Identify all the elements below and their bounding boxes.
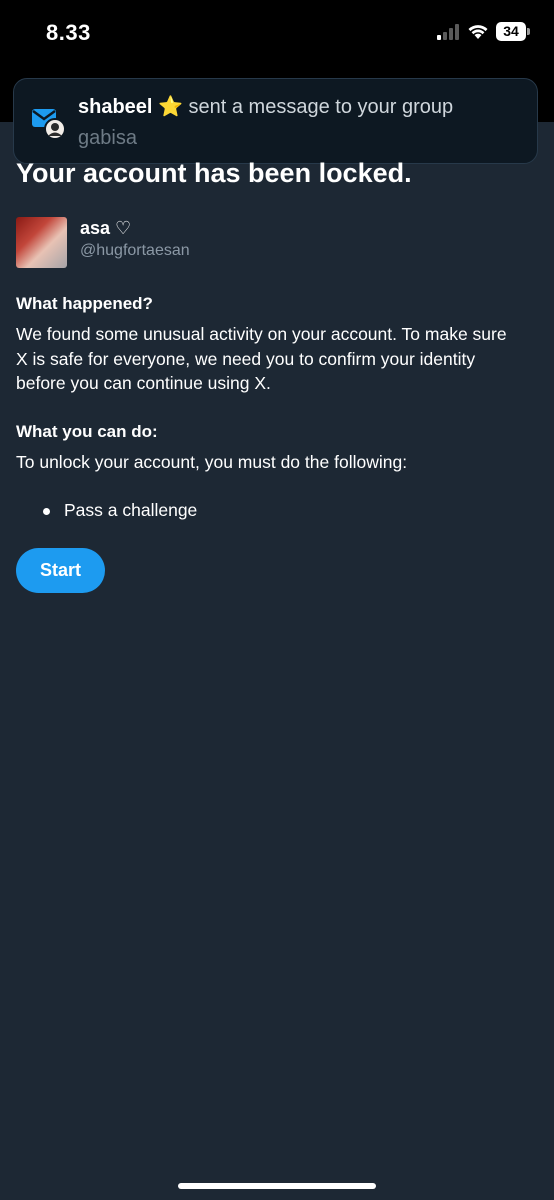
notification-sender: shabeel	[78, 96, 153, 118]
what-you-can-do-text: To unlock your account, you must do the …	[16, 452, 408, 472]
notification-message: sent a message to your group	[188, 96, 454, 118]
page-title: Your account has been locked.	[16, 158, 412, 188]
status-time: 8.33	[46, 20, 91, 45]
notification-text: shabeel ⭐ sent a message to your group	[78, 94, 453, 119]
messenger-app-icon	[32, 109, 66, 140]
avatar	[16, 217, 67, 268]
bullet-icon	[43, 508, 50, 515]
what-you-can-do-heading: What you can do:	[16, 422, 158, 441]
user-handle: @hugfortaesan	[80, 242, 190, 259]
notification-group-name: gabisa	[78, 127, 137, 149]
message-notification-banner[interactable]: shabeel ⭐ sent a message to your group g…	[13, 78, 538, 164]
star-emoji: ⭐	[158, 96, 183, 118]
what-happened-heading: What happened?	[16, 294, 153, 313]
start-button[interactable]: Start	[16, 548, 105, 593]
what-happened-text: We found some unusual activity on your a…	[16, 324, 507, 393]
battery-tip	[527, 28, 530, 35]
home-indicator[interactable]	[178, 1183, 376, 1189]
user-display-name: asa ♡	[80, 218, 132, 238]
battery-icon: 34	[496, 22, 526, 41]
wifi-icon	[468, 25, 488, 39]
signal-icon	[437, 24, 459, 40]
list-item: Pass a challenge	[64, 500, 198, 520]
